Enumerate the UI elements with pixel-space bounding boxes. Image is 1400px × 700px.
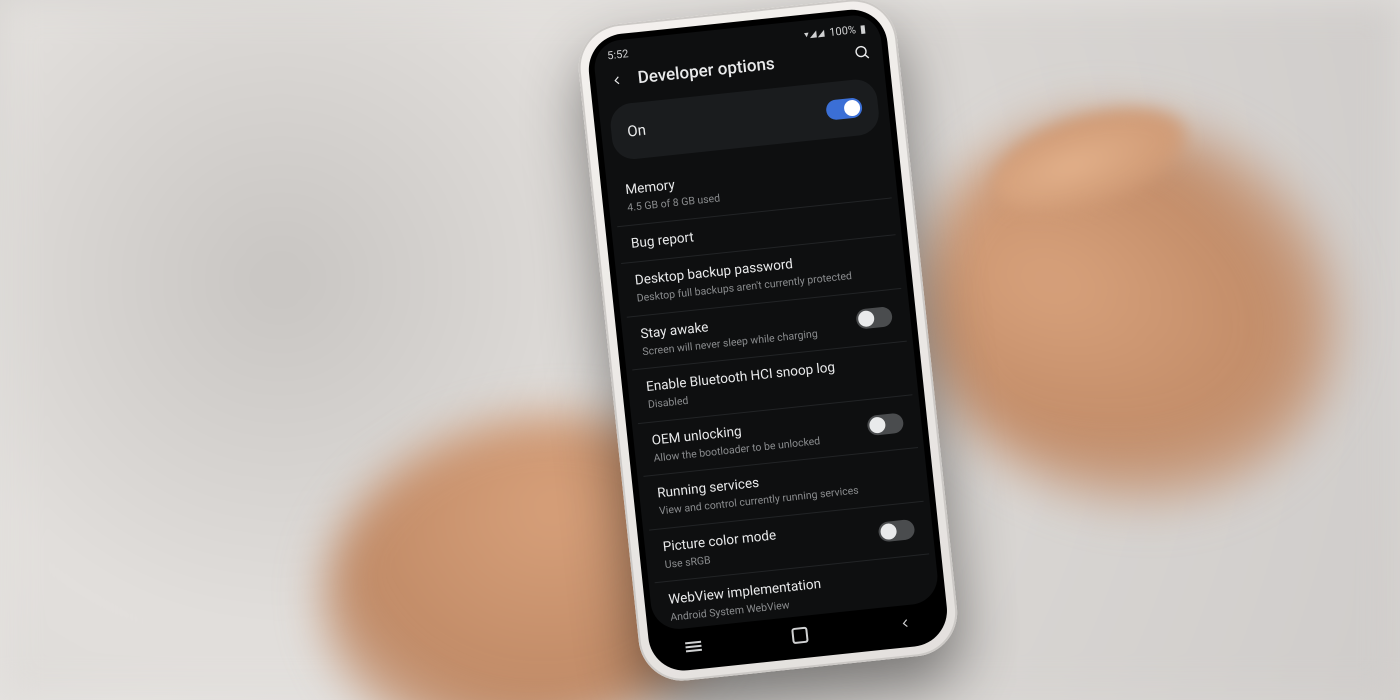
chevron-left-icon [898, 615, 913, 630]
status-time: 5:52 [607, 47, 629, 62]
master-toggle[interactable] [825, 97, 863, 121]
search-button[interactable] [852, 43, 871, 66]
settings-list: Memory4.5 GB of 8 GB usedBug reportDeskt… [606, 144, 941, 632]
phone-screen: 5:52 ▾◢◢ 100% ▮ Developer options [592, 13, 940, 632]
battery-icon: ▮ [859, 22, 866, 36]
back-button[interactable] [607, 70, 627, 90]
nav-back-button[interactable] [898, 614, 914, 634]
row-toggle[interactable] [878, 519, 916, 543]
photo-scene: 5:52 ▾◢◢ 100% ▮ Developer options [0, 0, 1400, 700]
row-toggle[interactable] [866, 413, 904, 437]
master-toggle-label: On [626, 121, 646, 141]
nav-home-button[interactable] [791, 627, 809, 645]
search-icon [852, 43, 871, 62]
phone-body: 5:52 ▾◢◢ 100% ▮ Developer options [574, 0, 961, 685]
status-battery: 100% [829, 23, 857, 39]
row-toggle[interactable] [855, 306, 893, 330]
chevron-left-icon [609, 72, 624, 87]
phone: 5:52 ▾◢◢ 100% ▮ Developer options [554, 0, 985, 700]
nav-recent-button[interactable] [685, 641, 702, 653]
wifi-signal-icons: ▾◢◢ [804, 28, 826, 40]
